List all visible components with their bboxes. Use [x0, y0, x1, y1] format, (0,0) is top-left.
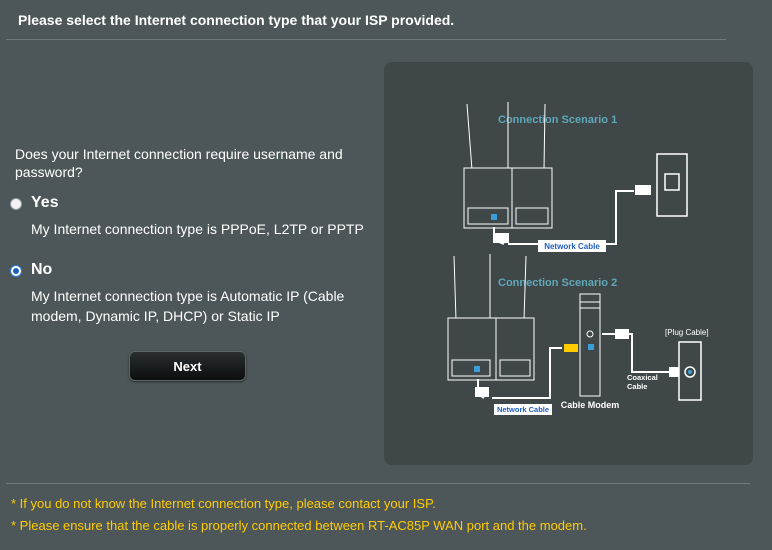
scenario-1-title: Connection Scenario 1 — [498, 114, 617, 126]
wall-outlet-1-icon — [656, 153, 688, 217]
plug-cable-label: [Plug Cable] — [665, 328, 709, 337]
no-radio[interactable] — [10, 265, 22, 277]
cable-modem-label: Cable Modem — [561, 400, 620, 410]
footer-divider — [6, 483, 750, 484]
coaxial-label-line-2: Cable — [627, 382, 647, 391]
yes-radio[interactable] — [10, 198, 22, 210]
isp-contact-note: * If you do not know the Internet connec… — [11, 496, 436, 511]
router-2-icon — [447, 254, 535, 381]
wall-outlet-2-icon — [678, 341, 702, 401]
next-button[interactable]: Next — [129, 351, 246, 381]
connection-diagram: Connection Scenario 1 Network Cable Conn… — [447, 102, 709, 415]
cable-modem-icon — [579, 293, 601, 397]
header-divider — [6, 39, 726, 40]
page-title: Please select the Internet connection ty… — [18, 12, 455, 28]
connection-diagram-panel: Connection Scenario 1 Network Cable Conn… — [384, 62, 753, 465]
scenario-2-title: Connection Scenario 2 — [498, 277, 617, 289]
question-text: Does your Internet connection require us… — [15, 146, 343, 180]
no-description: My Internet connection type is Automatic… — [31, 288, 345, 324]
network-cable-label-2: Network Cable — [497, 405, 549, 414]
coaxial-label-line-1: Coaxical — [627, 373, 658, 382]
cable-connection-note: * Please ensure that the cable is proper… — [11, 518, 587, 533]
yes-description: My Internet connection type is PPPoE, L2… — [31, 221, 364, 237]
no-label[interactable]: No — [31, 261, 52, 279]
page-header: Please select the Internet connection ty… — [0, 0, 772, 40]
network-cable-label-1: Network Cable — [544, 242, 600, 251]
yes-label[interactable]: Yes — [31, 194, 59, 212]
